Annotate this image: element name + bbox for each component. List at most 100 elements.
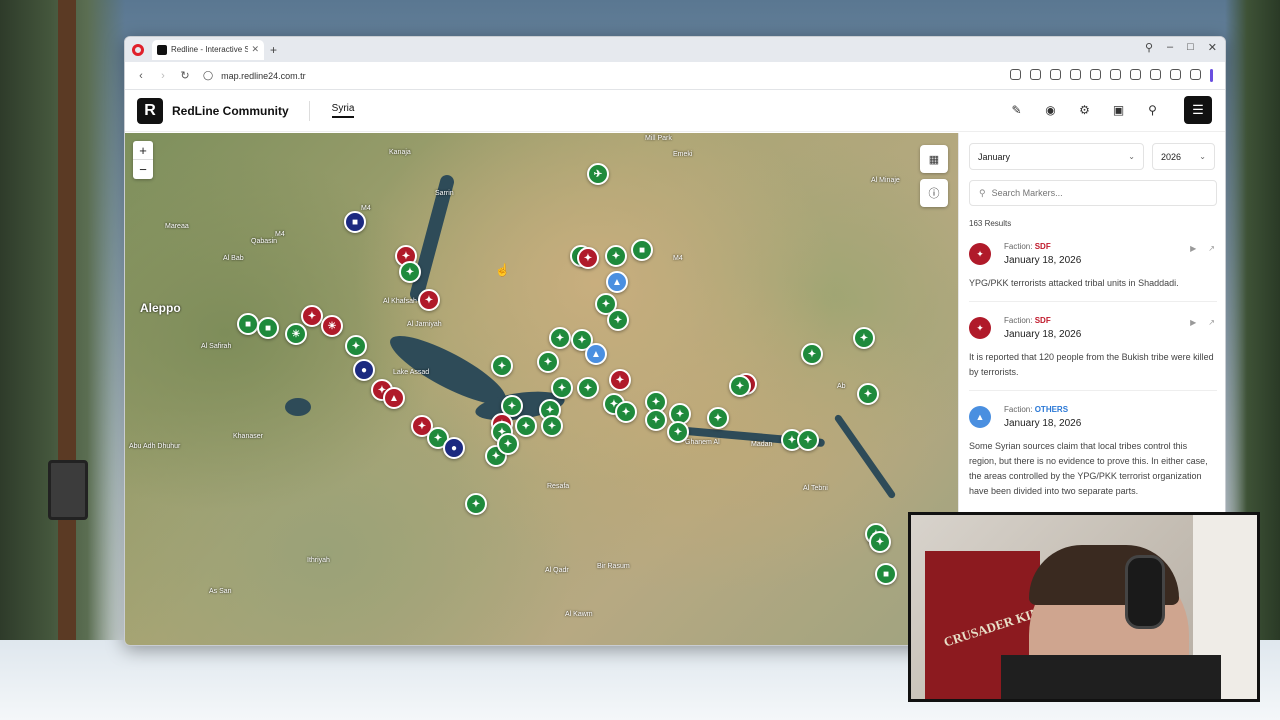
zoom-out-button[interactable]: − — [133, 160, 153, 179]
zoom-in-button[interactable]: + — [133, 141, 153, 160]
map-marker-red[interactable]: ✦ — [301, 305, 323, 327]
download-icon[interactable] — [1130, 69, 1141, 80]
map-label: Madan — [751, 441, 773, 448]
reload-icon[interactable]: ↻ — [179, 69, 191, 82]
map-marker-green[interactable]: ✦ — [853, 327, 875, 349]
search-icon[interactable]: ⚲ — [1146, 104, 1159, 117]
map-marker-blue[interactable]: ▲ — [606, 271, 628, 293]
search-tabs-icon[interactable]: ⚲ — [1145, 41, 1153, 54]
map-marker-green[interactable]: ☀ — [285, 323, 307, 345]
map-marker-green[interactable]: ✦ — [549, 327, 571, 349]
map-layers-button[interactable]: ▦ — [920, 145, 948, 173]
entry-date: January 18, 2026 — [1004, 329, 1082, 340]
map-marker-green[interactable]: ✦ — [857, 383, 879, 405]
header-divider — [308, 100, 310, 121]
minimize-icon[interactable]: – — [1167, 41, 1173, 54]
map-marker-navy[interactable]: ● — [353, 359, 375, 381]
map-marker-green[interactable]: ■ — [631, 239, 653, 261]
map-marker-green[interactable]: ■ — [875, 563, 897, 585]
external-link-icon[interactable]: ↗ — [1208, 244, 1215, 253]
map-marker-green[interactable]: ✦ — [399, 261, 421, 283]
map-marker-blue[interactable]: ▲ — [585, 343, 607, 365]
map-label: Al Tebni — [803, 485, 828, 492]
profile-icon[interactable] — [1170, 69, 1181, 80]
map-marker-green[interactable]: ✦ — [615, 401, 637, 423]
map-marker-green[interactable]: ■ — [257, 317, 279, 339]
vpn-icon[interactable] — [1070, 69, 1081, 80]
draw-icon[interactable]: ✎ — [1010, 104, 1023, 117]
settings-gear-icon[interactable]: ⚙ — [1078, 104, 1091, 117]
map-marker-green[interactable]: ✦ — [797, 429, 819, 451]
map-label: Abu Adh Dhuhur — [129, 443, 181, 450]
map-marker-green[interactable]: ✦ — [551, 377, 573, 399]
camera-icon[interactable] — [1030, 69, 1041, 80]
back-icon[interactable]: ‹ — [135, 70, 147, 82]
map-marker-green[interactable]: ✦ — [515, 415, 537, 437]
map-marker-red[interactable]: ✦ — [418, 289, 440, 311]
brand-name[interactable]: RedLine Community — [172, 104, 289, 118]
lock-icon[interactable]: ◯ — [203, 70, 213, 81]
map-marker-green[interactable]: ■ — [237, 313, 259, 335]
map-marker-green[interactable]: ✦ — [607, 309, 629, 331]
maximize-icon[interactable]: □ — [1187, 41, 1194, 54]
map-marker-green[interactable]: ✦ — [801, 343, 823, 365]
video-icon[interactable]: ▶ — [1190, 318, 1196, 327]
marker-entry[interactable]: ✦ Faction: SDF January 18, 2026 ▶ ↗ It i… — [969, 316, 1217, 391]
external-link-icon[interactable]: ↗ — [1208, 318, 1215, 327]
heart-icon[interactable] — [1110, 69, 1121, 80]
map-marker-red[interactable]: ✦ — [609, 369, 631, 391]
edit-icon[interactable] — [1010, 69, 1021, 80]
map-marker-green[interactable]: ✦ — [667, 421, 689, 443]
map-marker-green[interactable]: ✦ — [491, 355, 513, 377]
menu-button[interactable]: ☰ — [1184, 96, 1212, 124]
map-marker-green[interactable]: ✦ — [465, 493, 487, 515]
map-marker-green[interactable]: ✦ — [537, 351, 559, 373]
header-tools: ✎ ◉ ⚙ ▣ ⚲ — [1010, 104, 1159, 117]
tab-close-icon[interactable]: ✕ — [251, 44, 259, 55]
zoom-control: + − — [133, 141, 153, 179]
map-marker-green[interactable]: ✦ — [497, 433, 519, 455]
url-field[interactable]: map.redline24.com.tr — [221, 71, 306, 81]
new-tab-button[interactable]: + — [270, 43, 277, 57]
map-marker-green[interactable]: ✦ — [605, 245, 627, 267]
map-marker-green[interactable]: ✦ — [707, 407, 729, 429]
search-icon: ⚲ — [979, 187, 986, 198]
search-markers-input[interactable] — [991, 188, 1207, 198]
marker-entry[interactable]: ✦ Faction: SDF January 18, 2026 ▶ ↗ YPG/… — [969, 242, 1217, 302]
opera-logo-icon[interactable] — [132, 43, 144, 56]
map-marker-green[interactable]: ✦ — [645, 409, 667, 431]
map-marker-green[interactable]: ✦ — [541, 415, 563, 437]
month-value: January — [978, 151, 1011, 162]
map-marker-navy[interactable]: ■ — [344, 211, 366, 233]
menu-lines-icon[interactable] — [1150, 69, 1161, 80]
map-marker-green[interactable]: ✦ — [869, 531, 891, 553]
map-marker-navy[interactable]: ● — [443, 437, 465, 459]
month-select[interactable]: January ⌄ — [969, 143, 1144, 170]
forward-icon[interactable]: › — [157, 70, 169, 82]
screenshot-camera-icon[interactable]: ▣ — [1112, 104, 1125, 117]
map-marker-green[interactable]: ✦ — [345, 335, 367, 357]
cube-icon[interactable] — [1190, 69, 1201, 80]
interactive-map[interactable]: Aleppo Kanaja Sarrin Mill Park Emeki Al … — [125, 133, 958, 645]
location-pin-icon[interactable]: ◉ — [1044, 104, 1057, 117]
redline-logo[interactable]: R — [137, 97, 163, 124]
map-marker-red[interactable]: ✦ — [577, 247, 599, 269]
map-marker-red[interactable]: ▲ — [383, 387, 405, 409]
map-marker-green[interactable]: ✦ — [577, 377, 599, 399]
tab-syria[interactable]: Syria — [331, 103, 355, 118]
browser-tab[interactable]: Redline - Interactive Strat ✕ — [152, 39, 264, 60]
marker-entry[interactable]: ▲ Faction: OTHERS January 18, 2026 Some … — [969, 405, 1217, 509]
entry-meta: Faction: SDF January 18, 2026 — [1004, 242, 1081, 266]
map-marker-green[interactable]: ✈ — [587, 163, 609, 185]
shield-icon[interactable] — [1050, 69, 1061, 80]
year-select[interactable]: 2026 ⌄ — [1152, 143, 1215, 170]
results-count: 163 Results — [969, 219, 1012, 228]
map-info-button[interactable]: ⓘ — [920, 179, 948, 207]
map-marker-red[interactable]: ☀ — [321, 315, 343, 337]
entry-date: January 18, 2026 — [1004, 255, 1082, 266]
map-marker-green[interactable]: ✦ — [729, 375, 751, 397]
close-window-icon[interactable]: ✕ — [1208, 41, 1217, 54]
video-icon[interactable]: ▶ — [1190, 244, 1196, 253]
entry-meta: Faction: OTHERS January 18, 2026 — [1004, 405, 1081, 429]
play-icon[interactable] — [1090, 69, 1101, 80]
